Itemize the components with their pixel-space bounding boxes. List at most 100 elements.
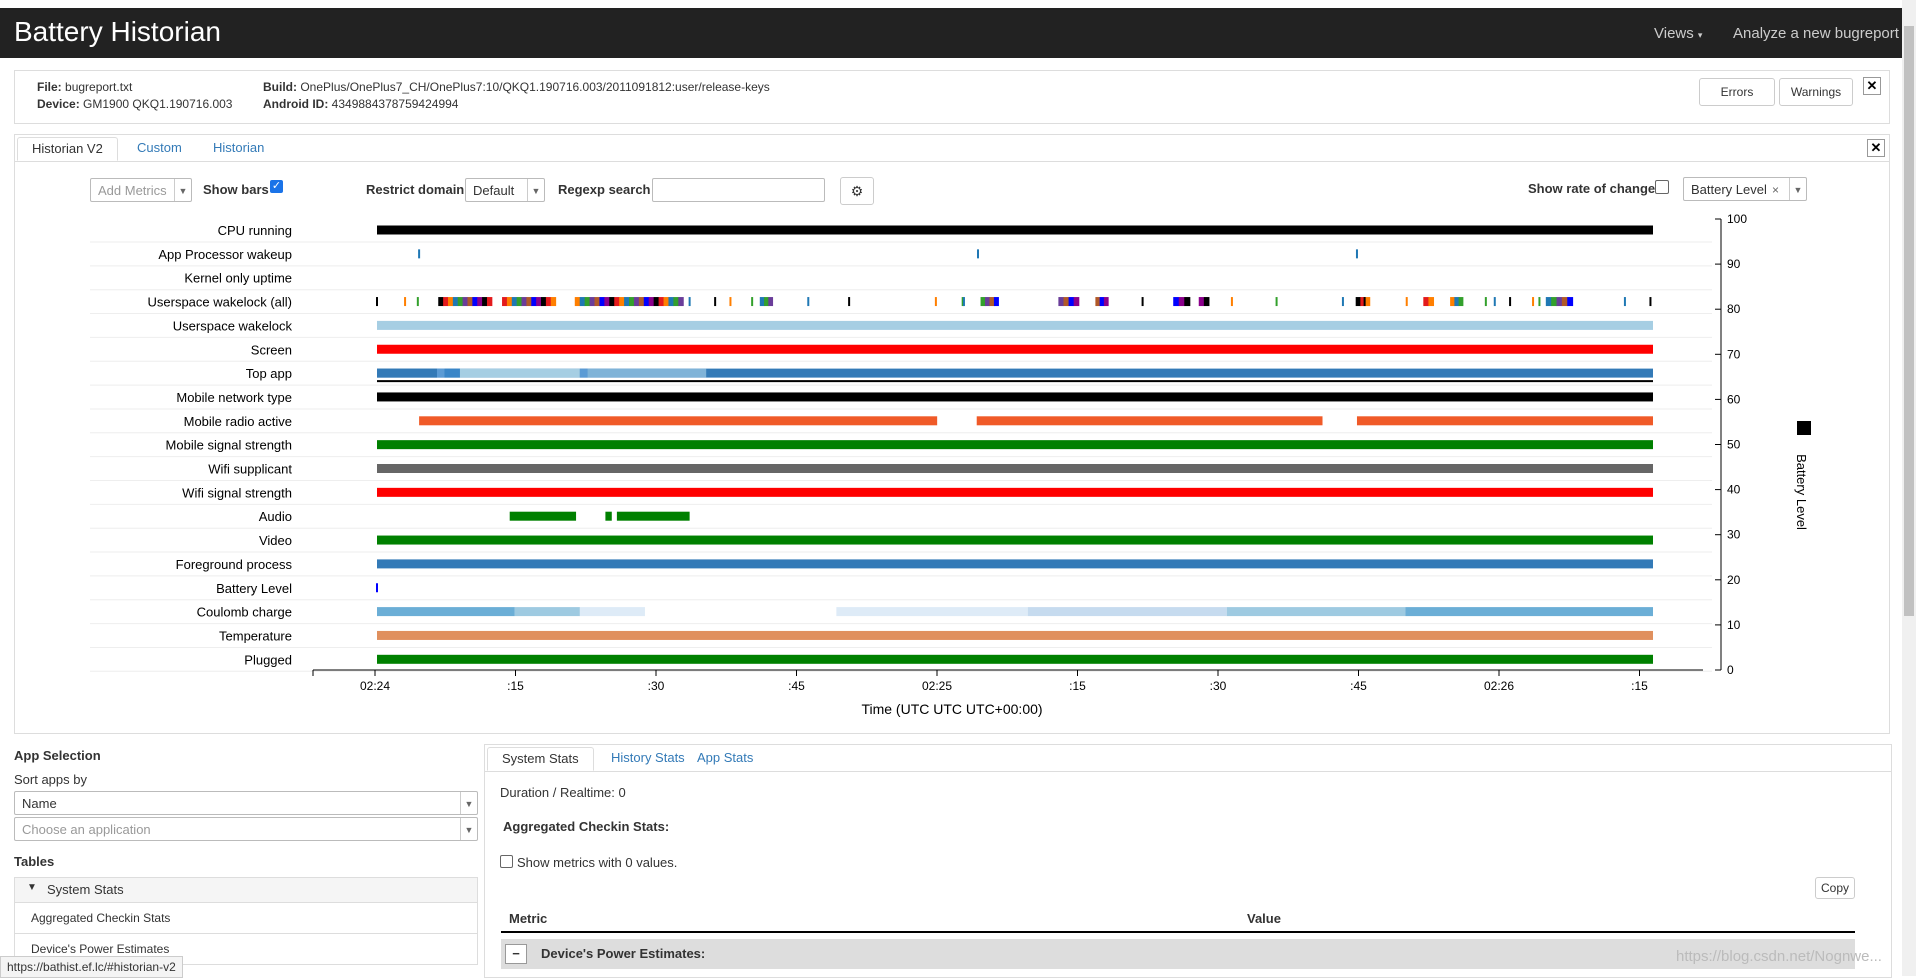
bar-segment bbox=[629, 297, 635, 307]
bar-segment bbox=[579, 368, 588, 378]
show-zero-checkbox[interactable] bbox=[500, 855, 513, 868]
status-url: https://bathist.ef.lc/#historian-v2 bbox=[0, 956, 183, 978]
bar-segment bbox=[678, 297, 684, 307]
row-label: Kernel only uptime bbox=[184, 271, 292, 286]
bar-segment bbox=[377, 225, 1653, 235]
bar-segment bbox=[377, 368, 437, 378]
bar-segment bbox=[1178, 297, 1185, 307]
copy-button[interactable]: Copy bbox=[1815, 877, 1855, 899]
choose-application-placeholder: Choose an application bbox=[22, 822, 151, 837]
tab-app-stats[interactable]: App Stats bbox=[683, 747, 767, 769]
bar-mark bbox=[751, 297, 754, 307]
y-tick-label: 60 bbox=[1727, 392, 1741, 406]
table-link-aggregated[interactable]: Aggregated Checkin Stats bbox=[14, 902, 478, 934]
bar-mark bbox=[688, 297, 691, 307]
bar-segment bbox=[836, 607, 1028, 617]
row-label: Plugged bbox=[244, 652, 292, 667]
bar-segment bbox=[1556, 297, 1563, 307]
x-tick-label: 02:25 bbox=[922, 679, 952, 693]
bar-segment bbox=[976, 416, 1323, 426]
legend-swatch bbox=[1797, 421, 1811, 435]
y-tick-label: 80 bbox=[1727, 302, 1741, 316]
bar-mark bbox=[1538, 297, 1541, 307]
bar-segment bbox=[604, 297, 610, 307]
bar-segment bbox=[377, 487, 1653, 497]
bar-mark bbox=[1230, 297, 1233, 307]
bar-segment bbox=[550, 297, 557, 307]
collapse-icon[interactable]: − bbox=[505, 944, 527, 964]
bar-segment bbox=[526, 297, 532, 307]
bar-segment bbox=[648, 297, 655, 307]
bar-mark bbox=[1623, 297, 1626, 307]
bar-mark bbox=[807, 297, 810, 307]
bar-segment bbox=[531, 297, 537, 307]
choose-application-select[interactable]: Choose an application ▼ bbox=[14, 817, 478, 841]
bar-segment bbox=[459, 368, 580, 378]
x-tick-label: :30 bbox=[648, 679, 665, 693]
bar-segment bbox=[477, 297, 483, 307]
sort-apps-select[interactable]: Name ▼ bbox=[14, 791, 478, 815]
row-label: Mobile network type bbox=[176, 390, 292, 405]
bar-mark bbox=[962, 297, 965, 307]
bar-segment bbox=[1545, 297, 1552, 307]
x-tick-label: 02:26 bbox=[1484, 679, 1514, 693]
bar-segment bbox=[1428, 297, 1435, 307]
x-tick-label: :30 bbox=[1210, 679, 1227, 693]
bar-segment bbox=[1226, 607, 1406, 617]
stats-table-header: Metric Value bbox=[501, 907, 1855, 933]
bar-segment bbox=[1450, 297, 1455, 307]
bar-mark bbox=[1363, 297, 1366, 307]
tab-system-stats[interactable]: System Stats bbox=[487, 747, 594, 771]
bar-segment bbox=[1551, 297, 1558, 307]
bar-mark bbox=[1649, 297, 1652, 307]
right-axis-label: Battery Level bbox=[1794, 454, 1809, 530]
row-label: Top app bbox=[246, 366, 292, 381]
battery-axis: 1009080706050403020100 bbox=[1715, 212, 1747, 677]
bar-segment bbox=[377, 654, 1653, 664]
bar-segment bbox=[511, 297, 518, 307]
row-label: App Processor wakeup bbox=[158, 247, 292, 262]
row-label: Wifi signal strength bbox=[182, 485, 292, 500]
y-tick-label: 10 bbox=[1727, 618, 1741, 632]
bar-segment bbox=[541, 297, 547, 307]
bar-segment bbox=[514, 607, 580, 617]
bar-mark bbox=[376, 297, 378, 307]
aggregated-title: Aggregated Checkin Stats: bbox=[503, 819, 670, 834]
bar-segment bbox=[444, 368, 460, 378]
bar-segment bbox=[482, 297, 488, 307]
bar-segment bbox=[443, 297, 449, 307]
bar-mark bbox=[1493, 297, 1496, 307]
bar-mark bbox=[714, 297, 717, 307]
app-selection-pane: App Selection Sort apps by Name ▼ Choose… bbox=[14, 744, 478, 976]
row-label: Temperature bbox=[219, 628, 292, 643]
bar-segment bbox=[579, 607, 645, 617]
bar-segment bbox=[377, 559, 1653, 569]
bar-segment bbox=[1355, 297, 1361, 307]
table-link-label: Device's Power Estimates bbox=[31, 942, 170, 956]
bar-segment bbox=[419, 416, 938, 426]
row-label: Foreground process bbox=[176, 557, 293, 572]
bar-mark bbox=[1275, 297, 1278, 307]
bar-segment bbox=[764, 297, 769, 307]
row-label: Userspace wakelock bbox=[173, 318, 293, 333]
bar-segment bbox=[993, 297, 999, 307]
bar-segment bbox=[1423, 297, 1429, 307]
bar-segment bbox=[377, 320, 1653, 330]
bar-segment bbox=[663, 297, 669, 307]
bar-segment bbox=[1458, 297, 1464, 307]
sort-apps-label: Sort apps by bbox=[14, 772, 87, 787]
bar-segment bbox=[377, 344, 1653, 354]
system-stats-header[interactable]: ▼ System Stats bbox=[14, 877, 478, 903]
stats-tabbar: System Stats History Stats App Stats bbox=[485, 745, 1891, 772]
x-tick-label: :15 bbox=[1069, 679, 1086, 693]
bar-segment bbox=[545, 297, 552, 307]
bar-mark bbox=[1509, 297, 1512, 307]
bar-segment bbox=[599, 297, 605, 307]
bar-segment bbox=[1567, 297, 1574, 307]
bar-segment bbox=[506, 297, 513, 307]
bar-segment bbox=[1356, 416, 1653, 426]
bar-mark bbox=[1405, 297, 1408, 307]
bar-segment bbox=[633, 297, 640, 307]
power-estimates-section[interactable]: − Device's Power Estimates: bbox=[501, 939, 1855, 969]
bar-segment bbox=[638, 297, 645, 307]
